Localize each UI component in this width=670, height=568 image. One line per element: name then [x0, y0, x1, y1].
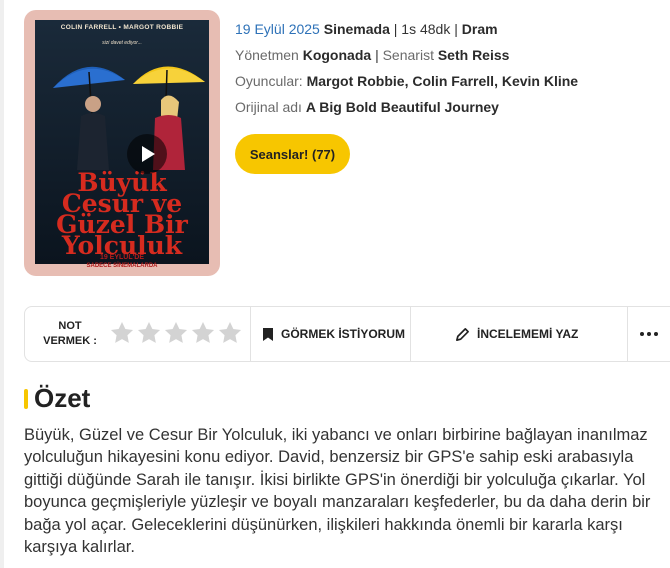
poster-release-date: 19 EYLÜL'DE [99, 254, 145, 261]
crew-row: Yönetmen Kogonada | Senarist Seth Reiss [235, 42, 665, 68]
original-title: A Big Bold Beautiful Journey [305, 99, 499, 115]
left-edge-rule [0, 0, 4, 568]
separator: | [393, 21, 398, 37]
poster-artwork: COLIN FARRELL • MARGOT ROBBIE sizi davet… [35, 20, 209, 264]
poster-tagline: sizi davet ediyor... [102, 40, 142, 46]
movie-poster[interactable]: COLIN FARRELL • MARGOT ROBBIE sizi davet… [24, 10, 220, 276]
director-link[interactable]: Kogonada [303, 47, 371, 63]
director-label: Yönetmen [235, 47, 299, 63]
poster-cast: COLIN FARRELL • MARGOT ROBBIE [60, 24, 184, 31]
star-icon[interactable] [163, 320, 189, 346]
genre-link[interactable]: Dram [462, 21, 498, 37]
cast-label: Oyuncular: [235, 73, 303, 89]
movie-details: 19 Eylül 2025 Sinemada | 1s 48dk | Dram … [235, 16, 665, 120]
pencil-icon [456, 327, 469, 341]
divider [627, 307, 628, 361]
separator: | [454, 21, 458, 37]
star-icon[interactable] [190, 320, 216, 346]
trailer-play-button[interactable] [127, 134, 167, 174]
release-date[interactable]: 19 Eylül 2025 [235, 21, 320, 37]
divider [250, 307, 251, 361]
cast-row: Oyuncular: Margot Robbie, Colin Farrell,… [235, 68, 665, 94]
watchlist-button[interactable]: GÖRMEK İSTİYORUM [262, 307, 405, 361]
duration: 1s 48dk [401, 21, 451, 37]
writer-label: Senarist [382, 47, 434, 63]
release-row: 19 Eylül 2025 Sinemada | 1s 48dk | Dram [235, 16, 665, 42]
cast-link[interactable]: Colin Farrell [412, 73, 494, 89]
cast-link[interactable]: Margot Robbie [307, 73, 405, 89]
summary-title: Özet [34, 383, 91, 413]
more-dots-icon [640, 332, 658, 336]
sessions-button[interactable]: Seanslar! (77) [235, 134, 350, 174]
summary-text: Büyük, Güzel ve Cesur Bir Yolculuk, iki … [24, 426, 651, 557]
action-bar: NOT VERMEK : GÖRMEK İSTİYORUM İNCELEMEMİ… [24, 306, 670, 362]
poster-release-subtext: SADECE SİNEMALARDA [86, 263, 158, 269]
star-icon[interactable] [217, 320, 243, 346]
rating-label: NOT VERMEK : [43, 320, 97, 347]
original-title-row: Orijinal adı A Big Bold Beautiful Journe… [235, 94, 665, 120]
bookmark-icon [263, 327, 273, 341]
original-title-label: Orijinal adı [235, 99, 302, 115]
write-review-button[interactable]: İNCELEMEMİ YAZ [455, 307, 578, 361]
poster-release-note: 19 EYLÜL'DE SADECE SİNEMALARDA [24, 254, 220, 276]
more-options-button[interactable] [629, 307, 669, 361]
star-icon[interactable] [136, 320, 162, 346]
cast-comma: , [494, 73, 498, 89]
star-icon[interactable] [109, 320, 135, 346]
heading-accent [24, 389, 28, 409]
cast-link[interactable]: Kevin Kline [502, 73, 578, 89]
divider [410, 307, 411, 361]
star-rating[interactable] [109, 320, 243, 350]
play-icon [142, 146, 155, 162]
cast-comma: , [404, 73, 409, 89]
watchlist-label: GÖRMEK İSTİYORUM [281, 327, 406, 341]
release-status: Sinemada [323, 21, 390, 37]
poster-title: Büyük Cesur ve Güzel Bir Yolculuk [35, 170, 209, 258]
separator: | [375, 47, 379, 63]
writer-link[interactable]: Seth Reiss [438, 47, 510, 63]
review-label: İNCELEMEMİ YAZ [477, 327, 579, 341]
